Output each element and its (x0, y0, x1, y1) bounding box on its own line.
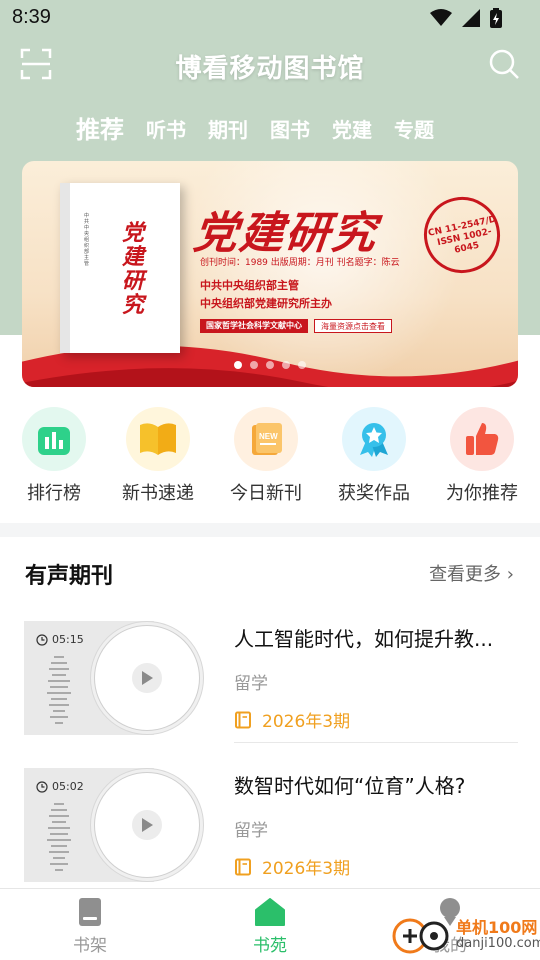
banner-org-supervisor: 中共中央组织部主管 (200, 279, 299, 292)
list-item[interactable]: 05:02 数智时代如何“位育”人格? 留学 2026年3期 (0, 768, 540, 888)
duration-label: 05:15 (36, 633, 84, 646)
carousel-dot[interactable] (250, 361, 258, 369)
category-shortcuts: 排行榜 新书速递 NEW 今日新刊 获奖作品 为你推荐 (0, 407, 540, 507)
open-book-icon (126, 407, 190, 471)
award-icon (342, 407, 406, 471)
shortcut-recommend[interactable]: 为你推荐 (432, 407, 532, 505)
status-bar: 8:39 (0, 0, 540, 36)
section-divider (0, 523, 540, 537)
clock-icon (36, 633, 48, 646)
carousel-dot[interactable] (266, 361, 274, 369)
see-more-link[interactable]: 查看更多 › (429, 560, 514, 586)
wifi-icon (430, 9, 452, 26)
carousel-dot[interactable] (234, 361, 242, 369)
vinyl-disc (90, 621, 204, 735)
banner-org-sponsor: 中央组织部党建研究所主办 (200, 297, 332, 310)
new-magazine-icon: NEW (234, 407, 298, 471)
audio-cover: 05:15 (24, 621, 204, 735)
nav-library[interactable]: 书苑 (220, 897, 320, 956)
list-item[interactable]: 05:15 人工智能时代，如何提升教... 留学 2026年3期 (0, 621, 540, 743)
book-cover: 中共中央组织部主管 党建研究 (60, 183, 180, 353)
duration-label: 05:02 (36, 780, 84, 793)
vinyl-disc (90, 768, 204, 882)
shortcut-awards[interactable]: 获奖作品 (324, 407, 424, 505)
banner-headline: 党建研究 (190, 208, 381, 259)
app-header: 博看移动图书馆 (0, 40, 540, 90)
shortcut-new-books[interactable]: 新书速递 (108, 407, 208, 505)
section-title: 有声期刊 (25, 564, 114, 589)
banner-pill: 国家哲学社会科学文献中心 海量资源点击查看 (200, 319, 392, 333)
carousel-dot[interactable] (298, 361, 306, 369)
tab-recommend[interactable]: 推荐 (76, 108, 124, 168)
status-icons (430, 8, 502, 28)
battery-icon (490, 8, 502, 28)
item-title: 数智时代如何“位育”人格? (234, 774, 466, 798)
bookshelf-icon (40, 897, 140, 927)
promo-banner[interactable]: 中共中央组织部主管 党建研究 党建研究 CN 11-2547/D ISSN 100… (22, 161, 518, 387)
site-watermark: 单机100网 danji100.com (390, 912, 540, 960)
carousel-dot[interactable] (282, 361, 290, 369)
signal-icon (462, 9, 480, 27)
watermark-logo-icon (392, 918, 449, 954)
play-icon[interactable] (132, 663, 162, 693)
nav-bookshelf[interactable]: 书架 (40, 897, 140, 956)
ranking-icon (22, 407, 86, 471)
tab-journals[interactable]: 期刊 (208, 108, 248, 158)
app-title: 博看移动图书馆 (175, 54, 365, 84)
chevron-right-icon: › (506, 564, 514, 585)
banner-meta: 创刊时间：1989 出版周期：月刊 刊名题字：陈云 (200, 258, 400, 268)
book-cover-title: 党建研究 (122, 220, 145, 318)
tab-books[interactable]: 图书 (270, 108, 310, 158)
tab-topics[interactable]: 专题 (394, 108, 434, 158)
book-icon (235, 711, 251, 728)
search-icon[interactable] (488, 48, 520, 80)
waveform-icon (47, 803, 71, 871)
play-icon[interactable] (132, 810, 162, 840)
item-issue: 2026年3期 (234, 854, 350, 879)
item-issue: 2026年3期 (234, 707, 350, 732)
thumbs-up-icon (450, 407, 514, 471)
shortcut-today-new[interactable]: NEW 今日新刊 (216, 407, 316, 505)
audio-cover: 05:02 (24, 768, 204, 882)
carousel-dots (22, 361, 518, 369)
clock-icon (36, 780, 48, 793)
status-time: 8:39 (12, 6, 51, 28)
tab-party-building[interactable]: 党建 (332, 108, 372, 158)
waveform-icon (47, 656, 71, 724)
item-category: 留学 (234, 674, 268, 694)
category-tabs: 推荐 听书 期刊 图书 党建 专题 (76, 108, 456, 168)
home-icon (220, 897, 320, 927)
tab-audiobooks[interactable]: 听书 (146, 108, 186, 158)
shortcut-ranking[interactable]: 排行榜 (4, 407, 104, 505)
item-title: 人工智能时代，如何提升教... (234, 627, 494, 651)
svg-text:NEW: NEW (259, 432, 278, 441)
book-icon (235, 858, 251, 875)
item-category: 留学 (234, 821, 268, 841)
